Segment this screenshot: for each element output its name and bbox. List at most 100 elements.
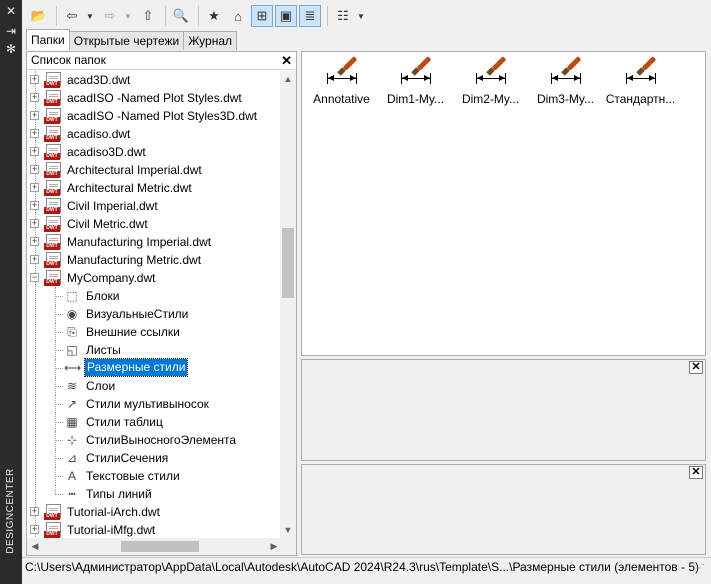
tree-item-content-type[interactable]: ⊹ СтилиВыносногоЭлемента (27, 431, 282, 449)
tree-item-drawing[interactable]: + DWT acadiso.dwt (27, 125, 282, 143)
tree-item-drawing[interactable]: + DWT Manufacturing Metric.dwt (27, 251, 282, 269)
forward-button[interactable]: ⇨ (99, 5, 121, 27)
folder-list-title: Список папок (31, 53, 106, 67)
close-preview-icon[interactable]: ✕ (689, 361, 703, 374)
tree-view-toggle-button[interactable]: ⊞ (251, 5, 273, 27)
expand-toggle-icon[interactable]: + (30, 129, 39, 138)
forward-arrow-icon: ⇨ (104, 8, 116, 23)
views-dropdown[interactable]: ▼ (356, 12, 366, 21)
tree-item-content-type[interactable]: ≋ Слои (27, 377, 282, 395)
preview-pane: ✕ (301, 359, 706, 461)
tree-item-label: Architectural Metric.dwt (67, 181, 192, 195)
dimstyle-item[interactable]: Dim2-My... (453, 56, 528, 108)
tree-item-content-type[interactable]: ▦ Стили таблиц (27, 413, 282, 431)
tree-item-content-type[interactable]: A Текстовые стили (27, 467, 282, 485)
tree-item-label: MyCompany.dwt (67, 271, 156, 285)
expand-toggle-icon[interactable]: + (30, 237, 39, 246)
close-folder-list-icon[interactable]: ✕ (281, 52, 292, 69)
expand-toggle-icon[interactable]: + (30, 147, 39, 156)
views-button[interactable]: ☷ (332, 5, 354, 27)
content-area[interactable]: Annotative Dim1-My... Dim2-My... Dim3-My...… (301, 51, 706, 356)
expand-toggle-icon[interactable]: + (30, 75, 39, 84)
description-toggle-button[interactable]: ≣ (299, 5, 321, 27)
tree-item-label: Стили мультивыносок (86, 397, 209, 411)
back-button[interactable]: ⇦ (61, 5, 83, 27)
tree-item-content-type[interactable]: ┅ Типы линий (27, 485, 282, 503)
expand-toggle-icon[interactable]: + (30, 255, 39, 264)
forward-dropdown[interactable]: ▼ (123, 12, 133, 21)
tree-item-content-type[interactable]: ⎘ Внешние ссылки (27, 323, 282, 341)
tree-item-drawing[interactable]: + DWT Architectural Imperial.dwt (27, 161, 282, 179)
tree-item-label: Внешние ссылки (86, 325, 180, 339)
scroll-thumb[interactable] (121, 541, 199, 552)
status-bar: C:\Users\Администратор\AppData\Local\Aut… (22, 557, 711, 576)
scroll-down-icon[interactable]: ▼ (280, 522, 296, 538)
dimstyle-item-label: Dim1-My... (386, 92, 445, 106)
tree-item-content-type[interactable]: ⟷ Размерные стили (27, 358, 282, 377)
dimstyle-item[interactable]: Dim1-My... (378, 56, 453, 108)
up-folder-icon: ⇧ (142, 8, 154, 23)
close-description-icon[interactable]: ✕ (689, 466, 703, 479)
expand-toggle-icon[interactable]: + (30, 201, 39, 210)
load-button[interactable]: 📂 (28, 5, 50, 27)
tree-item-drawing[interactable]: + DWT acadISO -Named Plot Styles3D.dwt (27, 107, 282, 125)
tree-item-label: Стили таблиц (86, 415, 163, 429)
expand-toggle-icon[interactable]: + (30, 525, 39, 534)
tab-history[interactable]: Журнал (183, 31, 238, 50)
back-dropdown[interactable]: ▼ (85, 12, 95, 21)
tab-folders[interactable]: Папки (26, 29, 70, 50)
tree-item-drawing[interactable]: + DWT acadiso3D.dwt (27, 143, 282, 161)
favorites-button[interactable]: ★ (203, 5, 225, 27)
designcenter-window: 📂 ⇦ ▼ ⇨ ▼ ⇧ 🔍 ★ ⌂ ⊞ ▣ ≣ ☷ ▼ Папки Открыт… (22, 0, 711, 584)
tree-item-label: Civil Metric.dwt (67, 217, 148, 231)
scroll-left-icon[interactable]: ◀ (27, 538, 43, 555)
toolbar: 📂 ⇦ ▼ ⇨ ▼ ⇧ 🔍 ★ ⌂ ⊞ ▣ ≣ ☷ ▼ (22, 0, 711, 32)
home-button[interactable]: ⌂ (227, 5, 249, 27)
tree-item-content-type[interactable]: ⊿ СтилиСечения (27, 449, 282, 467)
properties-icon[interactable]: ✻ (3, 42, 19, 56)
tree-item-drawing[interactable]: + DWT Architectural Metric.dwt (27, 179, 282, 197)
dimstyle-item[interactable]: Annotative (304, 56, 379, 108)
tree-item-label: Блоки (86, 289, 120, 303)
expand-toggle-icon[interactable]: + (30, 111, 39, 120)
search-button[interactable]: 🔍 (170, 5, 192, 27)
tree-item-drawing[interactable]: + DWT Tutorial-iArch.dwt (27, 503, 282, 521)
tree-item-label: acadISO -Named Plot Styles3D.dwt (67, 109, 258, 123)
expand-toggle-icon[interactable]: + (30, 165, 39, 174)
toolbar-separator (198, 6, 199, 26)
tree-item-drawing[interactable]: + DWT acadISO -Named Plot Styles.dwt (27, 89, 282, 107)
palette-title-bar[interactable]: ✕ ⇥ ✻ DESIGNCENTER (0, 0, 22, 584)
dimstyle-item[interactable]: Dim3-My... (528, 56, 603, 108)
tree-item-drawing[interactable]: + DWT Tutorial-iMfg.dwt (27, 521, 282, 538)
scroll-thumb[interactable] (282, 228, 294, 298)
tree-item-drawing[interactable]: + DWT acad3D.dwt (27, 71, 282, 89)
tree-item-content-type[interactable]: ↗ Стили мультивыносок (27, 395, 282, 413)
close-palette-icon[interactable]: ✕ (3, 4, 19, 18)
tree-item-content-type[interactable]: ◱ Листы (27, 341, 282, 359)
expand-toggle-icon[interactable]: − (30, 273, 39, 282)
preview-toggle-button[interactable]: ▣ (275, 5, 297, 27)
expand-toggle-icon[interactable]: + (30, 219, 39, 228)
autohide-icon[interactable]: ⇥ (3, 24, 19, 38)
tree-vertical-scrollbar[interactable]: ▲ ▼ (280, 71, 296, 538)
search-icon: 🔍 (172, 8, 190, 23)
tab-open-drawings[interactable]: Открытые чертежи (68, 31, 185, 50)
up-button[interactable]: ⇧ (137, 5, 159, 27)
tree-item-drawing[interactable]: + DWT Civil Imperial.dwt (27, 197, 282, 215)
tree-item-content-type[interactable]: ◉ ВизуальныеСтили (27, 305, 282, 323)
section-view-styles-icon: ⊿ (66, 451, 78, 465)
tree-item-label: acadiso3D.dwt (67, 145, 146, 159)
expand-toggle-icon[interactable]: + (30, 183, 39, 192)
expand-toggle-icon[interactable]: + (30, 93, 39, 102)
tree-item-drawing[interactable]: − DWT MyCompany.dwt (27, 269, 282, 287)
scroll-up-icon[interactable]: ▲ (280, 71, 296, 87)
tree-item-content-type[interactable]: ⬚ Блоки (27, 287, 282, 305)
expand-toggle-icon[interactable]: + (30, 507, 39, 516)
tree-item-drawing[interactable]: + DWT Manufacturing Imperial.dwt (27, 233, 282, 251)
tree-horizontal-scrollbar[interactable]: ◀ ▶ (27, 538, 282, 555)
resize-grip-icon[interactable]: ⋰ (695, 564, 705, 574)
tree-item-drawing[interactable]: + DWT Civil Metric.dwt (27, 215, 282, 233)
folder-tree[interactable]: + DWT acad3D.dwt + DWT acadISO -Named Plot St… (27, 71, 282, 538)
dwt-file-icon: DWT (44, 522, 64, 538)
dimstyle-item[interactable]: Стандартн... (603, 56, 678, 108)
